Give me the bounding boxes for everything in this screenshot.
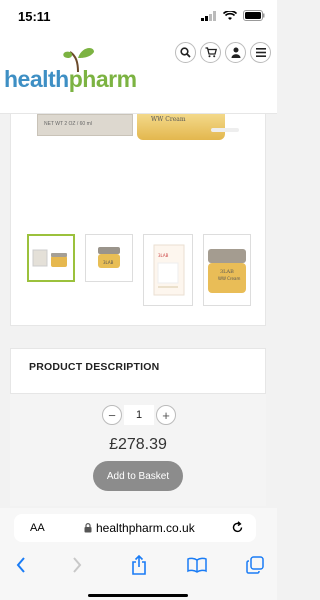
lock-icon — [84, 523, 92, 533]
url-text: healthpharm.co.uk — [96, 521, 195, 535]
share-icon — [132, 555, 146, 575]
quantity-decrease-button[interactable]: − — [102, 405, 122, 425]
thumbnail-strip: 3LAB 3LAB 3LAB WW Cream — [25, 234, 255, 306]
status-bar: 15:11 — [0, 0, 277, 36]
signal-icon — [201, 10, 216, 21]
svg-text:3LAB: 3LAB — [158, 253, 169, 258]
thumbnail-3[interactable]: 3LAB — [143, 234, 193, 306]
minus-icon: − — [108, 407, 116, 423]
search-icon — [180, 47, 191, 58]
chevron-left-icon — [16, 557, 25, 573]
thumbnail-jar: 3LAB — [98, 247, 120, 268]
forward-button[interactable] — [66, 554, 88, 576]
product-price: £278.39 — [109, 436, 167, 453]
quantity-increase-button[interactable]: + — [156, 405, 176, 425]
main-product-image[interactable]: NET WT 2 OZ / 60 ml WW Cream — [11, 114, 267, 224]
cart-icon — [205, 47, 217, 58]
thumbnail-jar-closeup: 3LAB WW Cream — [208, 249, 246, 293]
healthpharm-logo[interactable]: healthpharm — [4, 44, 154, 104]
box-label: NET WT 2 OZ / 60 ml — [44, 121, 92, 127]
menu-icon — [255, 48, 266, 57]
reload-icon — [232, 521, 243, 533]
product-gallery: NET WT 2 OZ / 60 ml WW Cream 3LAB 3LAB 3… — [10, 114, 266, 326]
add-to-basket-button[interactable]: Add to Basket — [93, 461, 183, 491]
product-description-title: PRODUCT DESCRIPTION — [29, 361, 160, 373]
product-jar: WW Cream — [137, 114, 225, 140]
svg-text:3LAB: 3LAB — [220, 269, 234, 275]
purchase-panel: − 1 + £278.39 Add to Basket — [10, 394, 266, 506]
reader-options-button[interactable]: AA — [30, 522, 45, 534]
quantity-input[interactable]: 1 — [124, 405, 154, 425]
share-button[interactable] — [128, 554, 150, 576]
chevron-right-icon — [73, 557, 82, 573]
thumbnail-boxed-jar: 3LAB — [153, 244, 185, 296]
thumbnail-1[interactable] — [27, 234, 75, 282]
home-indicator — [88, 594, 188, 597]
logo-text: healthpharm — [4, 66, 137, 93]
cart-button[interactable] — [200, 42, 221, 63]
book-icon — [187, 557, 207, 573]
reload-button[interactable] — [231, 521, 244, 539]
quantity-stepper: − 1 + — [102, 404, 176, 426]
back-button[interactable] — [10, 554, 32, 576]
safari-address-bar: AA healthpharm.co.uk — [0, 508, 277, 546]
user-icon — [231, 47, 240, 58]
svg-text:WW Cream: WW Cream — [218, 276, 240, 281]
battery-icon — [243, 10, 265, 21]
logo-part2: pharm — [68, 66, 137, 92]
logo-part1: health — [4, 66, 69, 92]
header-icons — [175, 42, 271, 63]
product-box: NET WT 2 OZ / 60 ml — [37, 114, 133, 136]
safari-toolbar — [0, 546, 277, 600]
thumbnail-box-and-jar — [32, 249, 67, 267]
jar-label: WW Cream — [151, 116, 186, 123]
address-field[interactable]: AA healthpharm.co.uk — [14, 514, 256, 542]
plus-icon: + — [162, 407, 170, 423]
product-description-header[interactable]: PRODUCT DESCRIPTION — [10, 348, 266, 394]
svg-text:3LAB: 3LAB — [103, 260, 114, 265]
account-button[interactable] — [225, 42, 246, 63]
spatula — [211, 128, 239, 132]
menu-button[interactable] — [250, 42, 271, 63]
site-header: healthpharm — [0, 36, 277, 114]
wifi-icon — [223, 10, 237, 20]
status-time: 15:11 — [18, 9, 51, 24]
tabs-icon — [246, 556, 264, 574]
url-display[interactable]: healthpharm.co.uk — [84, 521, 195, 535]
thumbnail-2[interactable]: 3LAB — [85, 234, 133, 282]
tabs-button[interactable] — [244, 554, 266, 576]
bookmarks-button[interactable] — [186, 554, 208, 576]
thumbnail-4[interactable]: 3LAB WW Cream — [203, 234, 251, 306]
status-icons — [201, 10, 265, 21]
search-button[interactable] — [175, 42, 196, 63]
